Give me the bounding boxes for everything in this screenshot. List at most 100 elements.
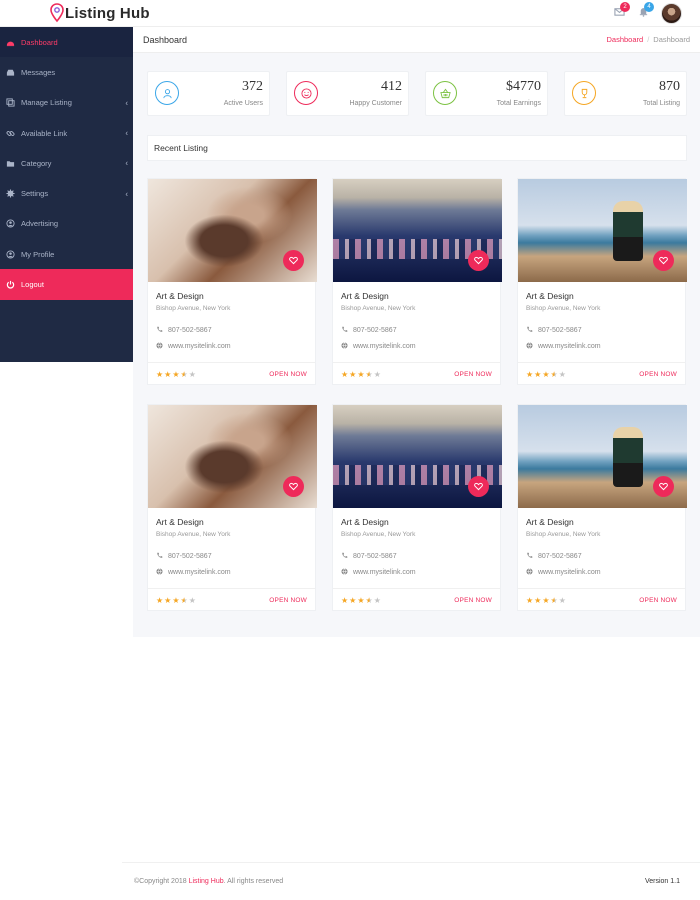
star-full-icon: ★ [172,595,180,605]
sidebar-item-settings[interactable]: Settings ‹ [0,178,133,208]
stat-value: 870 [659,79,680,94]
stat-value: $4770 [506,79,541,94]
listing-card[interactable]: Art & Design Bishop Avenue, New York 807… [517,178,687,386]
listing-title[interactable]: Art & Design [156,291,204,301]
listing-title[interactable]: Art & Design [156,517,204,527]
listing-website[interactable]: www.mysitelink.com [526,342,601,351]
star-full-icon: ★ [164,369,172,379]
open-now-link[interactable]: OPEN NOW [639,597,677,604]
listing-title[interactable]: Art & Design [341,291,389,301]
stat-value: 372 [242,79,263,94]
favorite-button[interactable] [283,476,304,497]
stats-row: 372 Active Users 412 Happy Customer $477… [147,71,687,116]
heart-icon [474,478,483,496]
star-half-icon: ★ [180,595,188,605]
star-empty-icon: ★ [188,369,196,379]
listing-phone: 807-502-5867 [341,552,397,561]
listing-title[interactable]: Art & Design [341,517,389,527]
open-now-link[interactable]: OPEN NOW [454,597,492,604]
star-full-icon: ★ [349,369,357,379]
listing-title[interactable]: Art & Design [526,291,574,301]
listing-website[interactable]: www.mysitelink.com [156,568,231,577]
sidebar-item-messages[interactable]: Messages [0,57,133,87]
open-now-link[interactable]: OPEN NOW [269,371,307,378]
stat-card-total-earnings: $4770 Total Earnings [425,71,548,116]
listing-footer: ★ ★ ★ ★ ★ OPEN NOW [518,362,685,386]
star-half-icon: ★ [550,595,558,605]
phone-text: 807-502-5867 [538,327,582,334]
sidebar-item-manage-listing[interactable]: Manage Listing ‹ [0,88,133,118]
sidebar-item-label: Category [21,158,52,168]
listing-card[interactable]: Art & Design Bishop Avenue, New York 807… [332,178,502,385]
star-full-icon: ★ [164,595,172,605]
star-empty-icon: ★ [188,595,196,605]
listing-website[interactable]: www.mysitelink.com [526,568,601,577]
recent-listing-header: Recent Listing [147,135,687,161]
website-text: www.mysitelink.com [168,343,231,350]
listing-card[interactable]: Art & Design Bishop Avenue, New York 807… [517,404,687,611]
stat-card-happy-customer: 412 Happy Customer [286,71,409,116]
favorite-button[interactable] [653,250,674,271]
open-now-link[interactable]: OPEN NOW [269,597,307,604]
listing-card[interactable]: Art & Design Bishop Avenue, New York 807… [147,178,317,386]
globe-icon [156,568,168,577]
sidebar-item-my-profile[interactable]: My Profile [0,239,133,269]
sidebar-item-logout[interactable]: Logout [0,269,133,300]
favorite-button[interactable] [468,250,489,271]
copyright-suffix: . All rights reserved [223,878,284,885]
listing-website[interactable]: www.mysitelink.com [341,342,416,351]
sidebar-item-label: Advertising [21,219,59,229]
stat-card-active-users: 372 Active Users [147,71,270,116]
phone-text: 807-502-5867 [538,553,582,560]
user-icon [155,81,179,105]
star-full-icon: ★ [534,369,542,379]
favorite-button[interactable] [653,476,674,497]
listing-card[interactable]: Art & Design Bishop Avenue, New York 807… [147,404,317,611]
folder-icon [6,159,15,168]
heart-icon [659,478,668,496]
star-full-icon: ★ [341,369,349,379]
target-icon [6,219,15,228]
listing-title[interactable]: Art & Design [526,517,574,527]
sidebar-item-category[interactable]: Category ‹ [0,148,133,178]
listing-footer: ★ ★ ★ ★ ★ OPEN NOW [148,362,315,386]
brand-logo[interactable]: Listing Hub [50,3,150,23]
sidebar-item-dashboard[interactable]: Dashboard [0,27,133,58]
website-text: www.mysitelink.com [168,569,231,576]
chevron-left-icon: ‹ [125,128,128,138]
basket-icon [433,81,457,105]
avatar[interactable] [661,2,682,24]
chevron-left-icon: ‹ [125,98,128,108]
star-half-icon: ★ [550,369,558,379]
sidebar-item-advertising[interactable]: Advertising [0,209,133,239]
star-full-icon: ★ [349,595,357,605]
sidebar-item-label: Dashboard [21,37,58,47]
favorite-button[interactable] [283,250,304,271]
listing-card[interactable]: Art & Design Bishop Avenue, New York 807… [332,404,502,611]
star-full-icon: ★ [542,595,550,605]
favorite-button[interactable] [468,476,489,497]
globe-icon [341,342,353,351]
star-empty-icon: ★ [558,595,566,605]
stat-label: Active Users [223,100,263,107]
sidebar-item-available-link[interactable]: Available Link ‹ [0,118,133,148]
open-now-link[interactable]: OPEN NOW [639,371,677,378]
breadcrumb-link[interactable]: Dashboard [607,35,644,44]
listing-address: Bishop Avenue, New York [156,531,231,538]
listing-website[interactable]: www.mysitelink.com [156,342,231,351]
sidebar-item-label: Logout [21,280,44,290]
breadcrumb-current: Dashboard [653,35,690,44]
rating-stars: ★ ★ ★ ★ ★ [156,595,196,605]
star-full-icon: ★ [156,369,164,379]
notifications-button[interactable]: 4 [631,2,655,24]
phone-icon [341,326,353,335]
footer-brand-link[interactable]: Listing Hub [189,878,224,885]
open-now-link[interactable]: OPEN NOW [454,371,492,378]
messages-button[interactable]: 2 [607,2,631,24]
phone-icon [341,552,353,561]
map-pin-icon [50,3,64,23]
rating-stars: ★ ★ ★ ★ ★ [526,595,566,605]
website-text: www.mysitelink.com [538,569,601,576]
inbox-icon [6,68,15,77]
listing-website[interactable]: www.mysitelink.com [341,568,416,577]
